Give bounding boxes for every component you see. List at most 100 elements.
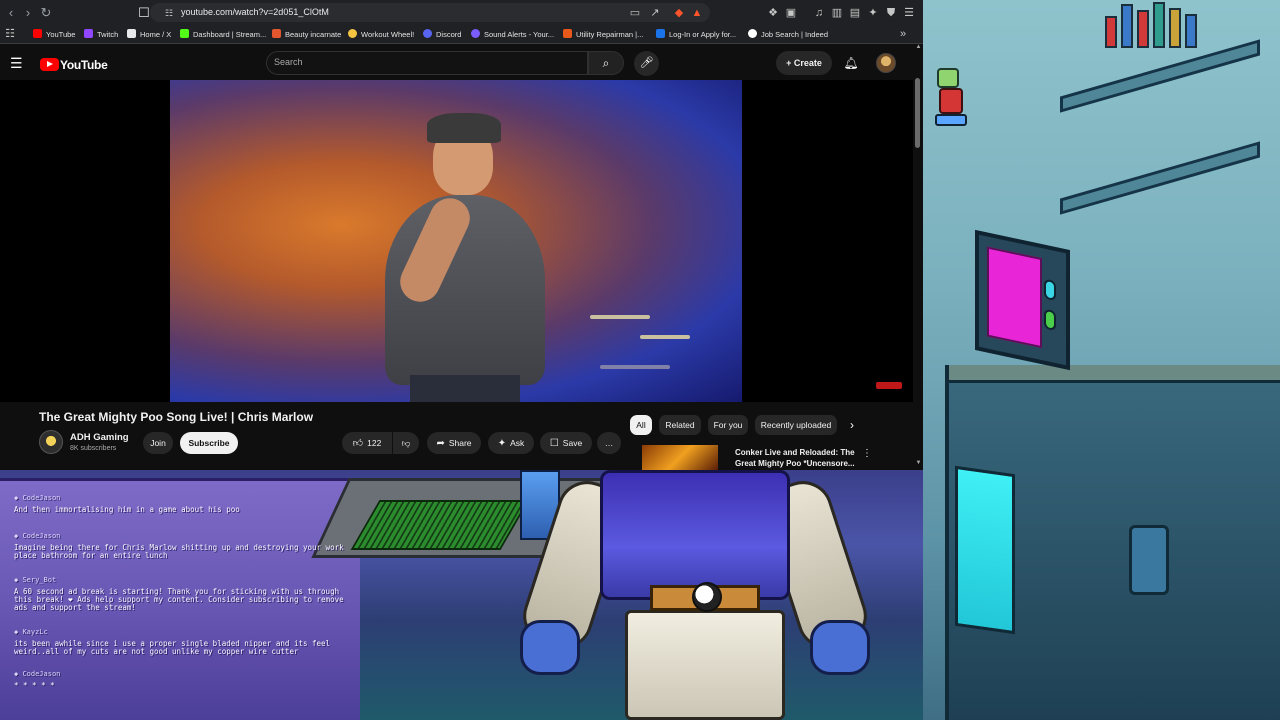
more-actions-button[interactable]: … — [597, 432, 621, 454]
video-title: The Great Mighty Poo Song Live! | Chris … — [39, 410, 314, 424]
bookmark-item[interactable]: Home / X — [127, 28, 171, 41]
scrollbar-thumb[interactable] — [915, 78, 920, 148]
recommended-thumbnail[interactable] — [642, 445, 718, 470]
pixel-figurine — [925, 60, 975, 130]
stream-chat: CodeJason And then immortalising him in … — [14, 494, 394, 704]
chat-message: CodeJason And then immortalising him in … — [14, 494, 394, 514]
bookmark-item[interactable]: Utility Repairman |... — [563, 28, 643, 41]
cast-icon[interactable]: ▭ — [628, 6, 642, 20]
chevron-right-icon[interactable]: › — [850, 418, 864, 432]
subscribe-watermark-icon[interactable] — [876, 382, 902, 389]
site-favicon-icon — [656, 29, 665, 38]
music-icon[interactable]: ♫ — [812, 6, 826, 20]
like-button[interactable]: 👍︎ 122 — [342, 432, 392, 454]
wheel-favicon-icon — [348, 29, 357, 38]
forward-icon[interactable]: › — [20, 5, 36, 21]
avatar-pants — [625, 610, 785, 720]
leo-icon[interactable]: ✦ — [866, 6, 880, 20]
microphone-icon[interactable]: 🎤︎ — [634, 51, 659, 76]
retro-tv — [975, 229, 1070, 371]
channel-name[interactable]: ADH Gaming — [70, 432, 129, 443]
avatar-hand-left — [520, 620, 580, 675]
chat-text: A 60 second ad break is starting! Thank … — [14, 587, 344, 612]
thumbs-up-icon: 👍︎ — [352, 438, 364, 449]
screen-root: CodeJason And then immortalising him in … — [0, 0, 1280, 720]
video-player[interactable] — [0, 80, 913, 402]
sparkle-icon: ✦ — [497, 438, 507, 449]
chat-text: And then immortalising him in a game abo… — [14, 505, 240, 514]
discord-favicon-icon — [423, 29, 432, 38]
youtube-header: ☰ YouTube Search ⌕ 🎤︎ + Create 🔔︎ — [0, 44, 923, 82]
bookshelf-books — [1105, 0, 1215, 48]
bookmark-item[interactable]: Log-In or Apply for... — [656, 28, 736, 41]
site-settings-icon[interactable]: ☷ — [162, 6, 176, 20]
drum-kit — [580, 295, 710, 402]
bookmark-icon: ☐ — [549, 438, 559, 449]
scroll-up-icon[interactable]: ▲ — [914, 44, 923, 52]
hamburger-menu-icon[interactable]: ☰ — [10, 56, 26, 70]
extensions-icon[interactable]: ❖ — [766, 6, 780, 20]
avatar[interactable] — [876, 53, 896, 73]
vpn-icon[interactable]: ⛊ — [884, 6, 898, 20]
chat-text: Imagine being there for Chris Marlow shi… — [14, 543, 344, 560]
chip-recently-uploaded[interactable]: Recently uploaded — [755, 415, 837, 435]
chevron-right-double-icon[interactable]: » — [896, 27, 910, 41]
reload-icon[interactable]: ↻ — [38, 5, 54, 21]
menu-icon[interactable]: ☰ — [902, 6, 916, 20]
search-icon[interactable]: ⌕ — [588, 51, 624, 75]
bookmark-item[interactable]: Dashboard | Stream... — [180, 28, 266, 41]
media-icon[interactable]: ▣ — [784, 6, 798, 20]
notifications-bell-icon[interactable]: 🔔︎ — [842, 54, 860, 72]
bookmark-item[interactable]: Twitch — [84, 28, 118, 41]
share-button[interactable]: ➦ Share — [427, 432, 481, 454]
browser-toolbar: ‹ › ↻ ☐ ☷ youtube.com/watch?v=2d051_ClOt… — [0, 0, 923, 25]
video-frame[interactable] — [170, 80, 742, 402]
save-button[interactable]: ☐ Save — [540, 432, 592, 454]
share-arrow-icon: ➦ — [436, 438, 445, 449]
bookmark-item[interactable]: Job Search | Indeed — [748, 28, 828, 41]
chip-all[interactable]: All — [630, 415, 652, 435]
twitch-favicon-icon — [84, 29, 93, 38]
dislike-button[interactable]: 👎︎ — [393, 432, 419, 454]
brave-rewards-icon[interactable]: ▲ — [690, 6, 704, 20]
search-input[interactable] — [266, 51, 588, 75]
recommended-title[interactable]: Conker Live and Reloaded: The Great Migh… — [735, 447, 860, 469]
youtube-play-icon — [40, 58, 59, 72]
bookmark-item[interactable]: Beauty incarnate — [272, 28, 341, 41]
x-favicon-icon — [127, 29, 136, 38]
chat-username: KayzLc — [14, 628, 394, 636]
sidebar-icon[interactable]: ▥ — [830, 6, 844, 20]
url-text[interactable]: youtube.com/watch?v=2d051_ClOtM — [181, 7, 329, 17]
more-horizontal-icon: … — [604, 438, 614, 448]
share-page-icon[interactable]: ↗ — [648, 6, 662, 20]
scroll-down-icon[interactable]: ▼ — [914, 460, 923, 468]
chat-message: Sery_Bot A 60 second ad break is startin… — [14, 576, 394, 612]
apps-grid-icon[interactable]: ☷ — [3, 27, 17, 41]
soundalerts-favicon-icon — [471, 29, 480, 38]
chat-text: its been awhile since i use a proper sin… — [14, 639, 331, 656]
avatar-hand-right — [810, 620, 870, 675]
bookmark-item[interactable]: YouTube — [33, 28, 75, 41]
brave-shields-icon[interactable]: ◆ — [672, 6, 686, 20]
subscriber-count: 8K subscribers — [70, 445, 117, 452]
indeed-favicon-icon — [748, 29, 757, 38]
thumbs-down-icon: 👎︎ — [401, 438, 411, 448]
more-vertical-icon[interactable]: ⋮ — [862, 448, 872, 459]
youtube-logo[interactable]: YouTube — [40, 56, 108, 72]
subscribe-button[interactable]: Subscribe — [180, 432, 238, 454]
join-button[interactable]: Join — [143, 432, 173, 454]
chip-related[interactable]: Related — [659, 415, 701, 435]
wallet-icon[interactable]: ▤ — [848, 6, 862, 20]
bookmark-item[interactable]: Sound Alerts - Your... — [471, 28, 554, 41]
ask-button[interactable]: ✦ Ask — [488, 432, 534, 454]
bookmark-item[interactable]: Discord — [423, 28, 461, 41]
chat-username: CodeJason — [14, 532, 394, 540]
plus-icon: + — [786, 58, 794, 68]
chip-for-you[interactable]: For you — [708, 415, 748, 435]
create-button[interactable]: + Create — [776, 51, 832, 75]
channel-avatar[interactable] — [39, 430, 63, 454]
yin-yang-buckle-icon — [692, 582, 722, 612]
bookmark-item[interactable]: Workout Wheel! — [348, 28, 414, 41]
youtube-favicon-icon — [33, 29, 42, 38]
back-icon[interactable]: ‹ — [3, 5, 19, 21]
